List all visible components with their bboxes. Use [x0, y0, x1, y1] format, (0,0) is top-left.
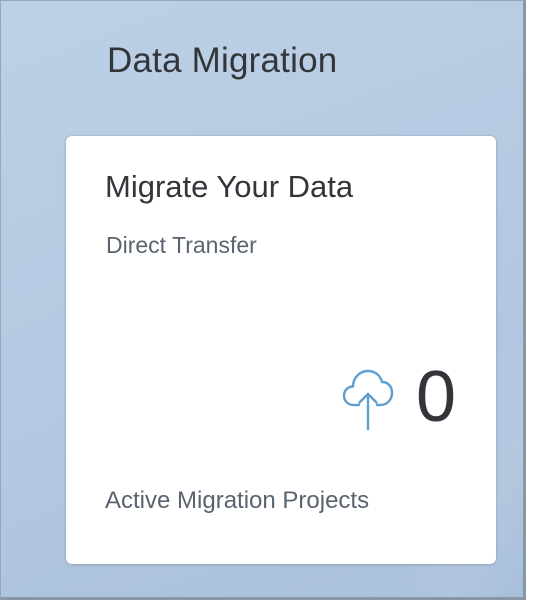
kpi-value: 0 — [415, 357, 456, 437]
cloud-upload-icon — [342, 365, 394, 433]
migrate-data-tile[interactable]: Migrate Your Data Direct Transfer 0 Acti… — [66, 136, 496, 564]
tile-footer: Active Migration Projects — [105, 487, 370, 514]
launchpad-background: Data Migration Migrate Your Data Direct … — [0, 0, 526, 600]
tile-title: Migrate Your Data — [105, 169, 354, 204]
group-title: Data Migration — [107, 41, 338, 80]
kpi-container: 0 — [342, 361, 456, 433]
tile-subtitle: Direct Transfer — [106, 232, 257, 258]
